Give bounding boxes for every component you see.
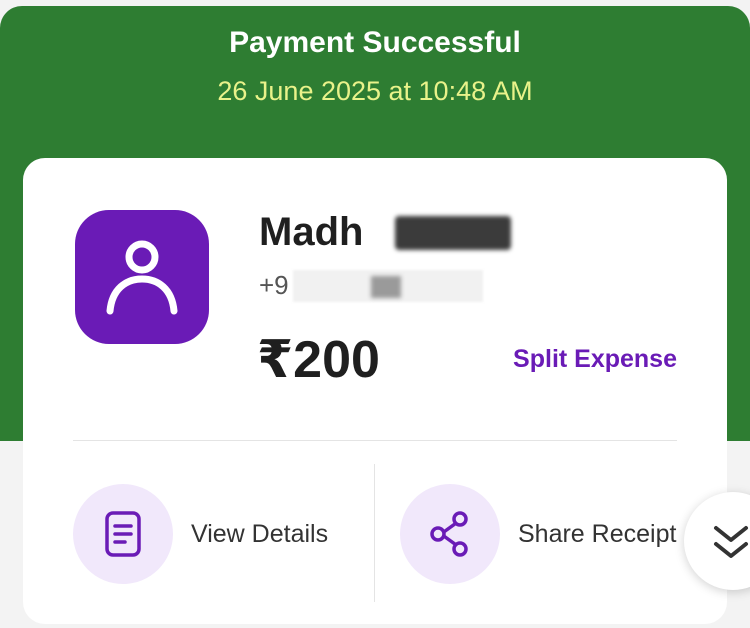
share-receipt-button[interactable]: Share Receipt <box>400 484 676 584</box>
payment-amount: ₹200 <box>257 331 380 389</box>
split-expense-button[interactable]: Split Expense <box>513 345 677 374</box>
payment-card: Madh +9 ₹200 Split Expense View Details <box>23 158 727 624</box>
name-redaction <box>395 216 511 250</box>
payment-status-title: Payment Successful <box>229 26 521 59</box>
document-icon <box>73 484 173 584</box>
scroll-down-button[interactable] <box>684 492 750 590</box>
person-icon <box>106 240 178 315</box>
actions-divider <box>374 464 375 602</box>
share-receipt-label: Share Receipt <box>518 519 677 548</box>
double-chevron-down-icon <box>714 526 748 558</box>
card-divider <box>73 440 677 441</box>
share-icon <box>400 484 500 584</box>
payee-avatar <box>75 210 209 344</box>
payee-name: Madh <box>259 210 364 254</box>
payment-datetime: 26 June 2025 at 10:48 AM <box>217 76 533 106</box>
payee-phone: +9 <box>259 270 289 300</box>
view-details-label: View Details <box>191 519 329 548</box>
view-details-button[interactable]: View Details <box>73 484 328 584</box>
phone-redaction-mark <box>371 276 401 298</box>
